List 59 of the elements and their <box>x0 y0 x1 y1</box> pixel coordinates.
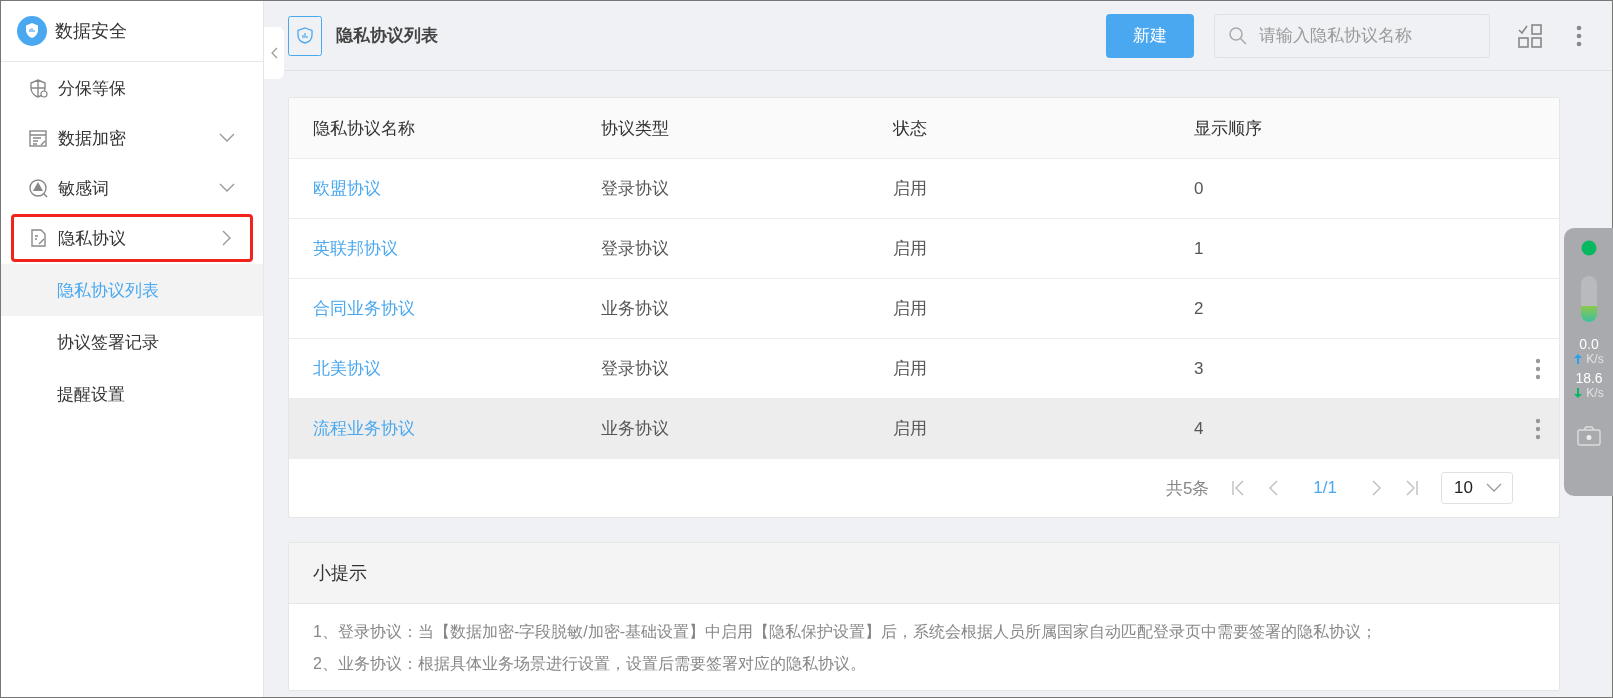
total-count: 共5条 <box>1165 477 1210 500</box>
table-cell-text: 业务协议 <box>601 418 670 440</box>
camera-icon[interactable] <box>1577 426 1601 446</box>
column-header: 协议类型 <box>601 117 670 140</box>
nav-subitem[interactable]: 提醒设置 <box>1 368 263 420</box>
app-title: 数据安全 <box>55 20 127 43</box>
first-page-icon[interactable] <box>1231 480 1246 496</box>
more-icon[interactable] <box>1535 357 1541 380</box>
logo-icon <box>17 16 47 46</box>
table-cell-text: 启用 <box>893 358 928 380</box>
table-cell-text: 登录协议 <box>601 238 670 260</box>
table-cell-text: 启用 <box>893 178 928 200</box>
table-cell-text: 启用 <box>893 298 928 320</box>
rate-value: 18.6 <box>1575 370 1603 386</box>
nav-item[interactable]: 隐私协议 <box>11 214 253 262</box>
table-cell-text: 0 <box>1194 178 1205 199</box>
table-cell-text: 登录协议 <box>601 178 670 200</box>
shield-icon <box>28 78 48 98</box>
page-number: 1/1 <box>1313 478 1337 498</box>
column-header: 显示顺序 <box>1194 117 1263 140</box>
shield-chart-icon <box>288 15 322 56</box>
rate-unit: K/s <box>1586 386 1604 400</box>
chevron-left-icon <box>270 47 278 59</box>
table-cell-text: 登录协议 <box>601 358 670 380</box>
table-cell-text: 3 <box>1194 358 1205 379</box>
document-icon <box>28 228 48 248</box>
table-cell-text: 2 <box>1194 298 1205 319</box>
arrow-up-icon <box>1574 354 1583 364</box>
column-header: 状态 <box>893 117 928 140</box>
search-field[interactable]: 请输入隐私协议名称 <box>1214 13 1490 58</box>
page-size-select[interactable]: 10 <box>1441 472 1513 504</box>
layout-icon[interactable] <box>1518 23 1542 48</box>
nav-subitem[interactable]: 协议签署记录 <box>1 316 263 368</box>
table-cell-text: 启用 <box>893 418 928 440</box>
arrow-down-icon <box>1574 388 1583 398</box>
collapse-tab[interactable] <box>264 27 284 79</box>
page-title: 隐私协议列表 <box>336 25 438 47</box>
nav-item[interactable]: 数据加密 <box>11 114 253 162</box>
tip-text: 1、登录协议：当【数据加密-字段脱敏/加密-基础设置】中启用【隐私保护设置】后，系统会根据人员所属国家自动匹配登录页中需要签署的隐私协议； <box>313 622 1378 642</box>
table-cell-text: 1 <box>1194 238 1205 259</box>
column-header: 隐私协议名称 <box>313 117 416 140</box>
nav-item[interactable]: 敏感词 <box>11 164 253 212</box>
warning-search-icon <box>28 178 48 198</box>
nav-item[interactable]: 分保等保 <box>11 64 253 112</box>
status-dot-icon <box>1581 240 1597 256</box>
rate-value: 0.0 <box>1579 336 1599 352</box>
table-cell-text: 4 <box>1194 418 1205 439</box>
caret-down-icon <box>1486 483 1502 493</box>
more-icon[interactable] <box>1576 24 1582 47</box>
usage-meter <box>1581 276 1597 322</box>
table-cell-text: 业务协议 <box>601 298 670 320</box>
rate-unit: K/s <box>1586 352 1604 366</box>
search-icon <box>1228 25 1248 46</box>
more-icon[interactable] <box>1535 417 1541 440</box>
table-cell-text: 启用 <box>893 238 928 260</box>
tips-title: 小提示 <box>313 562 367 585</box>
tip-text: 2、业务协议：根据具体业务场景进行设置，设置后需要签署对应的隐私协议。 <box>313 654 867 674</box>
form-icon <box>28 128 48 148</box>
last-page-icon[interactable] <box>1405 480 1419 496</box>
